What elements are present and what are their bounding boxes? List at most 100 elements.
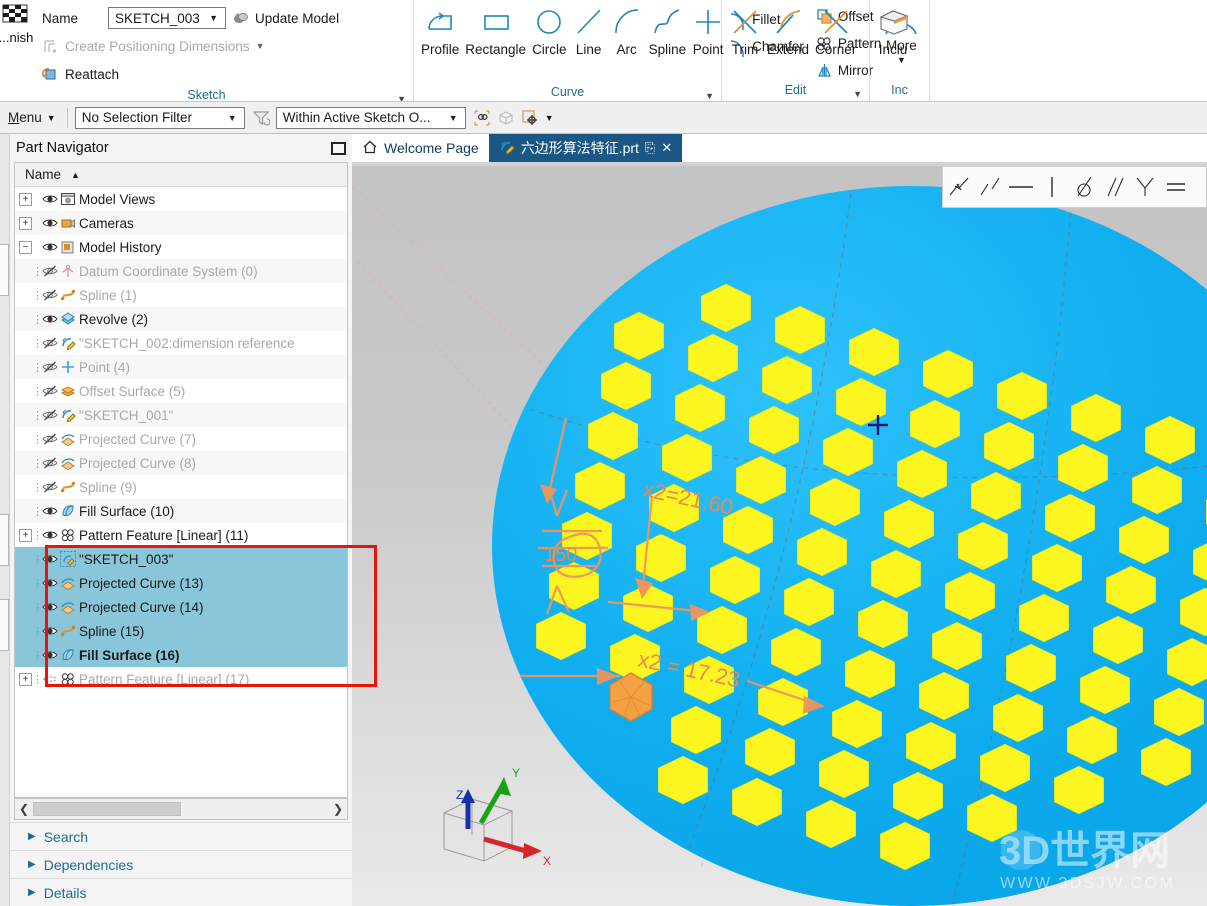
circle-button[interactable]: Circle xyxy=(529,2,570,57)
chevron-down-icon[interactable]: ▼ xyxy=(545,113,554,123)
chevron-down-icon[interactable]: ▼ xyxy=(705,87,714,101)
point-on-curve-icon[interactable] xyxy=(974,167,1005,207)
chevron-down-icon[interactable]: ▼ xyxy=(397,90,406,101)
tree-row[interactable]: ⋮ Projected Curve (7) xyxy=(15,427,347,451)
coincident-icon[interactable] xyxy=(943,167,974,207)
eye-hidden-icon[interactable] xyxy=(41,335,58,351)
eye-visible-icon[interactable] xyxy=(41,623,58,639)
document-tab[interactable]: 六边形算法特征.prt ⎘ ✕ xyxy=(488,134,683,162)
eye-visible-icon[interactable] xyxy=(41,191,58,207)
sketch-name-combobox[interactable]: SKETCH_003 ▼ xyxy=(108,7,227,29)
parallel-icon[interactable] xyxy=(1098,167,1129,207)
close-icon[interactable]: ✕ xyxy=(661,140,672,156)
arc-button[interactable]: Arc xyxy=(608,2,646,57)
chevron-down-icon[interactable]: ▼ xyxy=(256,41,265,51)
include-button[interactable]: Inclu xyxy=(874,2,912,57)
menu-button[interactable]: Menu ▼ xyxy=(4,110,60,125)
eye-suppressed-icon[interactable] xyxy=(41,671,58,687)
select-body-icon[interactable] xyxy=(497,109,514,126)
rail-tab-part[interactable] xyxy=(0,514,9,566)
finish-sketch-button[interactable]: ...nish xyxy=(0,2,42,45)
tree-row[interactable]: + ⋮ Pattern Feature [Linear] (11) xyxy=(15,523,347,547)
eye-hidden-icon[interactable] xyxy=(41,431,58,447)
profile-button[interactable]: Profile xyxy=(418,2,462,57)
tree-row[interactable]: ⋮ "SKETCH_003" xyxy=(15,547,347,571)
document-tab[interactable]: Welcome Page xyxy=(352,134,489,162)
horizontal-icon[interactable] xyxy=(1005,167,1036,207)
tree-row[interactable]: ⋮ "SKETCH_002:dimension reference xyxy=(15,331,347,355)
tree-row[interactable]: ⋮ Revolve (2) xyxy=(15,307,347,331)
eye-visible-icon[interactable] xyxy=(41,599,58,615)
tree-row[interactable]: ⋮ Spline (9) xyxy=(15,475,347,499)
expand-icon[interactable]: + xyxy=(19,192,32,206)
rail-tab-assembly[interactable] xyxy=(0,244,9,296)
eye-visible-icon[interactable] xyxy=(41,647,58,663)
eye-visible-icon[interactable] xyxy=(41,551,58,567)
tree-column-header-name[interactable]: Name ▲ xyxy=(15,163,347,187)
3d-canvas[interactable]: x2=21.60 x2 = 17.23 150 Y Z X 3D世界网 WWW.… xyxy=(352,166,1207,906)
panel-dock-button[interactable] xyxy=(331,141,346,155)
tree-horizontal-scrollbar[interactable]: ❮ ❯ xyxy=(14,798,348,820)
rail-tab-reuse[interactable] xyxy=(0,599,9,651)
perpendicular-icon[interactable] xyxy=(1129,167,1160,207)
tree-row[interactable]: ⋮ Point (4) xyxy=(15,355,347,379)
eye-hidden-icon[interactable] xyxy=(41,359,58,375)
spline-button[interactable]: Spline xyxy=(646,2,690,57)
filter-reset-icon[interactable] xyxy=(252,109,271,126)
scrollbar-thumb[interactable] xyxy=(33,802,181,816)
corner-button[interactable]: Corner xyxy=(812,2,859,57)
eye-visible-icon[interactable] xyxy=(41,215,58,231)
accordion-details[interactable]: ▶ Details xyxy=(10,878,352,906)
select-feature-icon[interactable] xyxy=(473,109,490,126)
tree-row[interactable]: ⋮ Datum Coordinate System (0) xyxy=(15,259,347,283)
trim-button[interactable]: Trim xyxy=(726,2,764,57)
eye-visible-icon[interactable] xyxy=(41,239,58,255)
eye-hidden-icon[interactable] xyxy=(41,479,58,495)
update-model-button[interactable]: Update Model xyxy=(255,11,339,26)
create-positioning-dimensions-row[interactable]: Create Positioning Dimensions ▼ xyxy=(42,34,339,58)
reattach-row[interactable]: Reattach xyxy=(42,62,339,86)
expand-icon[interactable]: + xyxy=(19,672,32,686)
tree-row[interactable]: + Model Views xyxy=(15,187,347,211)
eye-hidden-icon[interactable] xyxy=(41,383,58,399)
tree-row[interactable]: − Model History xyxy=(15,235,347,259)
tree-row[interactable]: ⋮ Projected Curve (14) xyxy=(15,595,347,619)
expand-icon[interactable]: + xyxy=(19,528,32,542)
selection-filter-combobox[interactable]: No Selection Filter ▼ xyxy=(74,106,245,129)
rectangle-button[interactable]: Rectangle xyxy=(462,2,529,57)
tree-row[interactable]: ⋮ Fill Surface (10) xyxy=(15,499,347,523)
tree-row[interactable]: ⋮ Projected Curve (8) xyxy=(15,451,347,475)
tree-row[interactable]: ⋮ Offset Surface (5) xyxy=(15,379,347,403)
tree-row[interactable]: ⋮ Projected Curve (13) xyxy=(15,571,347,595)
selection-scope-combobox[interactable]: Within Active Sketch O... ▼ xyxy=(275,106,466,129)
constraint-popup-toolbar[interactable] xyxy=(942,166,1207,208)
extend-button[interactable]: Extend xyxy=(764,2,812,57)
eye-visible-icon[interactable] xyxy=(41,575,58,591)
accordion-dependencies[interactable]: ▶ Dependencies xyxy=(10,850,352,878)
tangent-icon[interactable] xyxy=(1067,167,1098,207)
eye-visible-icon[interactable] xyxy=(41,503,58,519)
eye-hidden-icon[interactable] xyxy=(41,407,58,423)
vertical-icon[interactable] xyxy=(1036,167,1067,207)
scroll-right-button[interactable]: ❯ xyxy=(329,802,347,816)
chevron-down-icon[interactable]: ▼ xyxy=(853,85,862,101)
tree-row[interactable]: ⋮ Spline (1) xyxy=(15,283,347,307)
tree-row[interactable]: + Cameras xyxy=(15,211,347,235)
eye-hidden-icon[interactable] xyxy=(41,287,58,303)
tree-row[interactable]: + ⋮ Pattern Feature [Linear] (17) xyxy=(15,667,347,691)
eye-visible-icon[interactable] xyxy=(41,311,58,327)
scroll-left-button[interactable]: ❮ xyxy=(15,802,33,816)
expand-icon[interactable]: + xyxy=(19,216,32,230)
accordion-search[interactable]: ▶ Search xyxy=(10,822,352,850)
tree-row[interactable]: ⋮ "SKETCH_001" xyxy=(15,403,347,427)
tree-row[interactable]: ⋮ Spline (15) xyxy=(15,619,347,643)
collapse-icon[interactable]: − xyxy=(19,240,32,254)
eye-hidden-icon[interactable] xyxy=(41,263,58,279)
equal-length-icon[interactable] xyxy=(1160,167,1191,207)
eye-visible-icon[interactable] xyxy=(41,527,58,543)
snap-point-icon[interactable] xyxy=(521,109,538,126)
tree-row[interactable]: ⋮ Fill Surface (16) xyxy=(15,643,347,667)
eye-hidden-icon[interactable] xyxy=(41,455,58,471)
line-button[interactable]: Line xyxy=(570,2,608,57)
unsaved-icon[interactable]: ⎘ xyxy=(645,140,655,156)
